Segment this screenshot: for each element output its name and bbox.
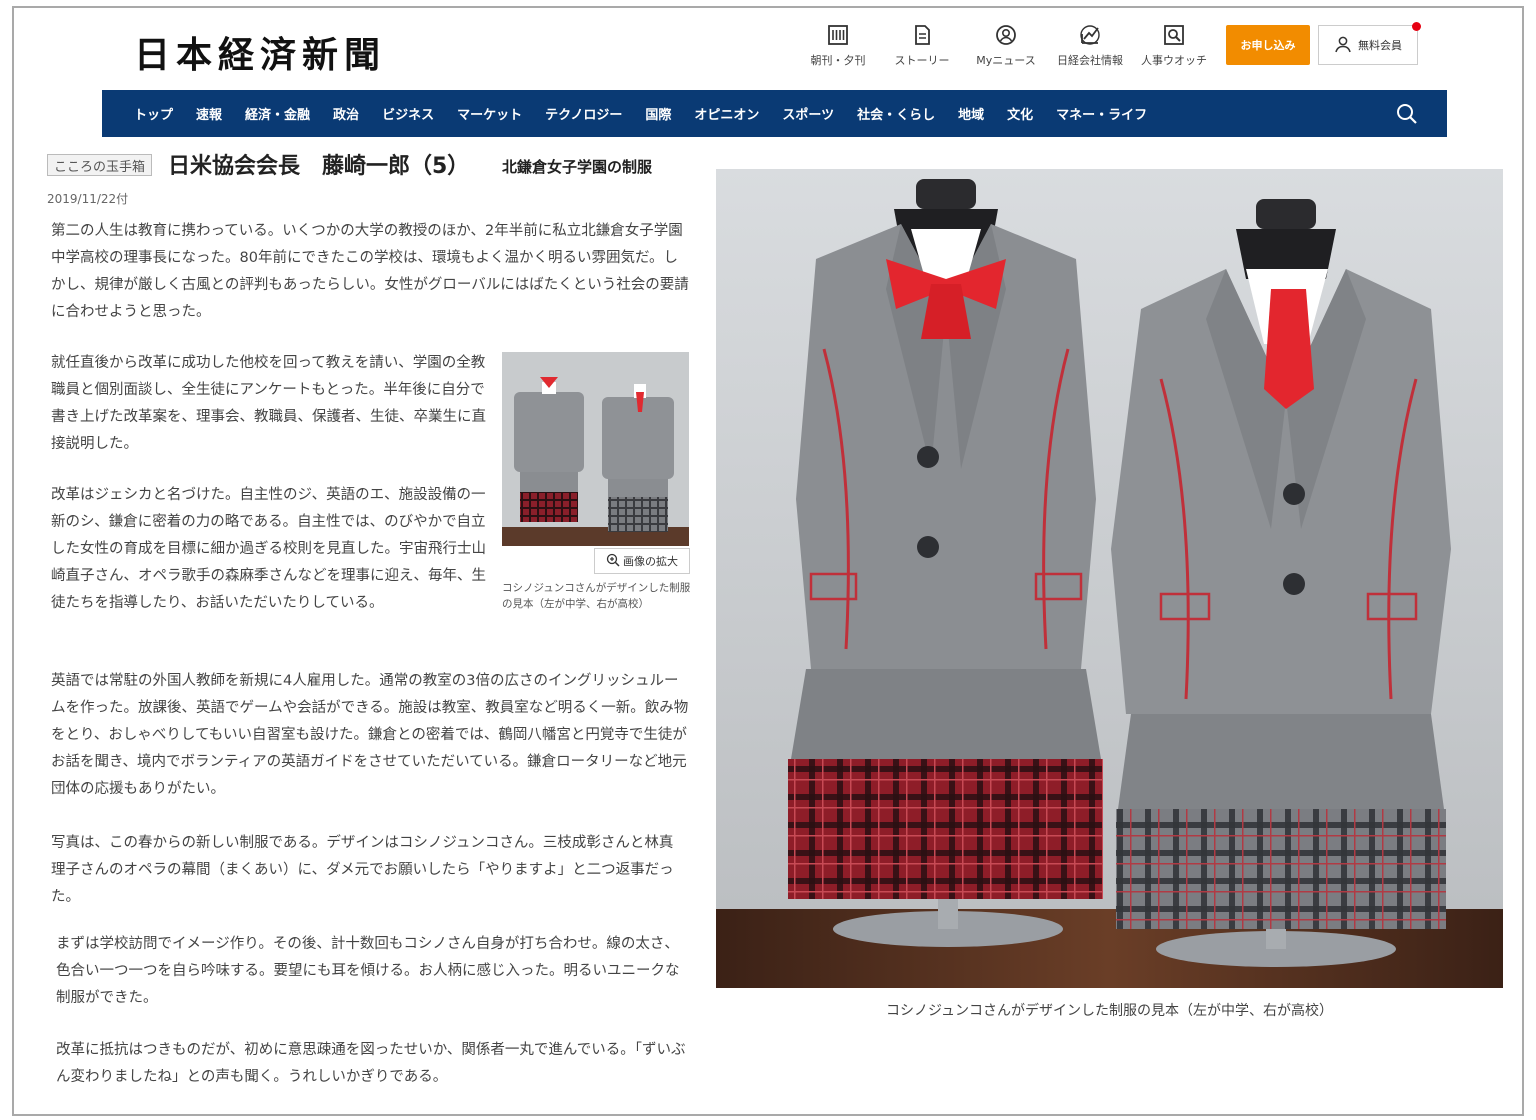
article-paragraph: 改革はジェシカと名づけた。自主性のジ、英語のエ、施設設備の一新のシ、鎌倉に密着の… xyxy=(51,487,486,611)
article-date: 2019/11/22付 xyxy=(47,192,129,206)
site-logo[interactable]: 日本経済新聞 xyxy=(134,26,386,78)
free-member-button[interactable]: 無料会員 xyxy=(1318,22,1421,65)
user-icon xyxy=(1334,35,1352,56)
util-nav-label: 日経会社情報 xyxy=(1057,54,1123,67)
image-zoom-link[interactable]: 画像の拡大 xyxy=(594,548,690,574)
newspaper-icon xyxy=(825,22,851,48)
notification-dot xyxy=(1412,22,1421,31)
nav-item-7[interactable]: 国際 xyxy=(645,104,671,123)
photo-caption: コシノジュンコさんがデザインした制服の見本（左が中学、右が高校） xyxy=(885,1003,1334,1019)
uniform-photo[interactable] xyxy=(716,169,1503,988)
nav-item-0[interactable]: トップ xyxy=(134,104,173,123)
search-person-icon xyxy=(1161,22,1187,48)
article-paragraph: 第二の人生は教育に携わっている。いくつかの大学の教授のほか、2年半前に私立北鎌倉… xyxy=(51,223,689,320)
zoom-in-icon xyxy=(606,553,620,570)
util-nav-my-news[interactable]: Myニュース xyxy=(968,22,1044,68)
article-headline: 日米協会会長 藤崎一郎（5） xyxy=(168,154,470,179)
util-nav-company-info[interactable]: 日経会社情報 xyxy=(1052,22,1128,68)
util-nav-print-edition[interactable]: 朝刊・夕刊 xyxy=(800,22,876,68)
article-thumbnail-image[interactable] xyxy=(502,352,689,546)
nav-item-11[interactable]: 地域 xyxy=(958,104,984,123)
column-kicker[interactable]: こころの玉手箱 xyxy=(47,154,153,176)
article-subhead: 北鎌倉女子学園の制服 xyxy=(502,158,653,176)
nav-item-9[interactable]: スポーツ xyxy=(782,104,834,123)
document-icon xyxy=(909,22,935,48)
article-paragraph: 改革に抵抗はつきものだが、初めに意思疎通を図ったせいか、関係者一丸で進んでいる。… xyxy=(56,1042,686,1085)
article-paragraph: まずは学校訪問でイメージ作り。その後、計十数回もコシノさん自身が打ち合わせ。線の… xyxy=(56,936,680,1006)
search-icon[interactable] xyxy=(1395,102,1419,126)
nav-item-2[interactable]: 経済・金融 xyxy=(245,104,310,123)
util-nav-label: 人事ウオッチ xyxy=(1141,54,1207,67)
util-nav-label: ストーリー xyxy=(894,54,950,67)
nav-item-10[interactable]: 社会・くらし xyxy=(857,104,935,123)
nav-item-1[interactable]: 速報 xyxy=(196,104,222,123)
nav-item-5[interactable]: マーケット xyxy=(457,104,522,123)
nav-item-4[interactable]: ビジネス xyxy=(382,104,434,123)
nav-item-3[interactable]: 政治 xyxy=(333,104,359,123)
subscribe-button[interactable]: お申し込み xyxy=(1226,25,1310,65)
util-nav-personnel-watch[interactable]: 人事ウオッチ xyxy=(1136,22,1212,68)
main-nav-items: トップ 速報 経済・金融 政治 ビジネス マーケット テクノロジー 国際 オピニオン スポーツ 社会… xyxy=(102,104,1170,123)
nav-item-13[interactable]: マネー・ライフ xyxy=(1056,104,1147,123)
article-paragraph: 就任直後から改革に成功した他校を回って教えを請い、学園の全教職員と個別面談し、全… xyxy=(51,355,486,452)
zoom-link-label: 画像の拡大 xyxy=(623,555,678,568)
free-member-label: 無料会員 xyxy=(1358,39,1402,52)
nav-item-12[interactable]: 文化 xyxy=(1007,104,1033,123)
utility-nav: 朝刊・夕刊 ストーリー Myニュース 日経会社情報 人事ウオッチ xyxy=(800,22,1212,68)
util-nav-label: Myニュース xyxy=(976,54,1036,67)
nav-item-6[interactable]: テクノロジー xyxy=(545,104,622,123)
nav-item-8[interactable]: オピニオン xyxy=(694,104,759,123)
user-circle-icon xyxy=(993,22,1019,48)
main-nav: トップ 速報 経済・金融 政治 ビジネス マーケット テクノロジー 国際 オピニオン スポーツ 社会… xyxy=(102,90,1447,137)
thumbnail-caption: コシノジュンコさんがデザインした制服の見本（左が中学、右が高校） xyxy=(502,582,691,610)
article-paragraph: 英語では常駐の外国人教師を新規に4人雇用した。通常の教室の3倍の広さのイングリッ… xyxy=(51,673,689,797)
chart-icon xyxy=(1077,22,1103,48)
util-nav-story[interactable]: ストーリー xyxy=(884,22,960,68)
util-nav-label: 朝刊・夕刊 xyxy=(810,54,866,67)
article-paragraph: 写真は、この春からの新しい制服である。デザインはコシノジュンコさん。三枝成彰さん… xyxy=(51,835,674,905)
